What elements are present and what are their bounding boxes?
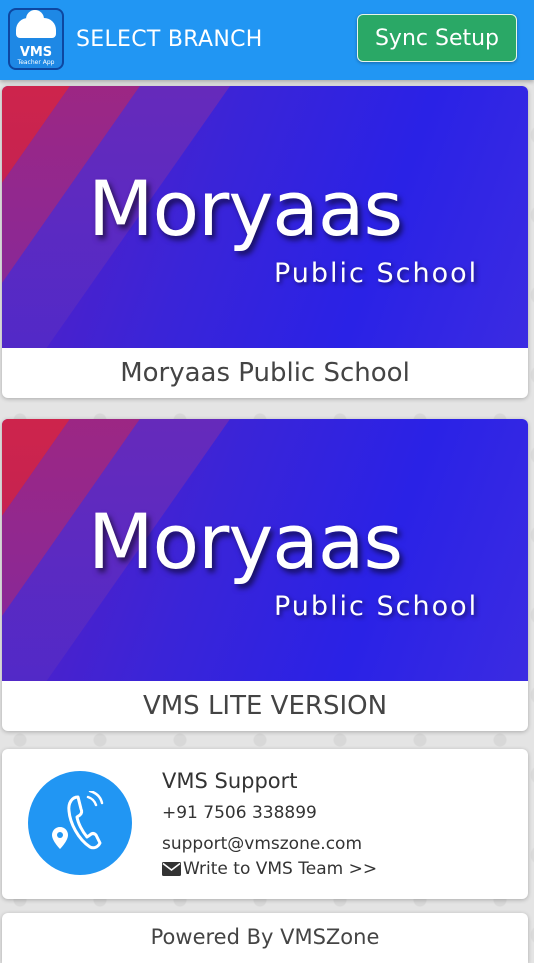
- support-title: VMS Support: [162, 769, 298, 793]
- app-logo: VMS Teacher App: [8, 8, 64, 70]
- support-email[interactable]: support@vmszone.com: [162, 834, 362, 854]
- branch-banner-image: Moryaas Public School: [2, 419, 528, 681]
- branch-card[interactable]: Moryaas Public School VMS LITE VERSION: [2, 419, 528, 731]
- top-app-bar: VMS Teacher App SELECT BRANCH Sync Setup: [0, 0, 534, 80]
- banner-title: Moryaas: [88, 497, 403, 586]
- support-card: VMS Support +91 7506 338899 support@vmsz…: [2, 749, 528, 899]
- branch-name: Moryaas Public School: [120, 358, 410, 388]
- powered-by-text: Powered By VMSZone: [150, 925, 380, 949]
- envelope-icon: [162, 862, 181, 876]
- cloud-icon: [16, 10, 56, 38]
- write-to-team-label: Write to VMS Team >>: [183, 859, 378, 879]
- support-phone[interactable]: +91 7506 338899: [162, 803, 317, 823]
- write-to-team-link[interactable]: Write to VMS Team >>: [162, 859, 377, 879]
- banner-title: Moryaas: [88, 164, 403, 253]
- sync-setup-button[interactable]: Sync Setup: [357, 14, 517, 62]
- app-logo-subtext: Teacher App: [17, 59, 55, 66]
- branch-banner-image: Moryaas Public School: [2, 86, 528, 348]
- branch-card[interactable]: Moryaas Public School Moryaas Public Sch…: [2, 86, 528, 398]
- branch-name: VMS LITE VERSION: [142, 691, 388, 721]
- support-icon: [28, 771, 132, 875]
- page-title: SELECT BRANCH: [76, 27, 263, 52]
- footer-card: Powered By VMSZone: [2, 913, 528, 963]
- app-logo-text: VMS: [19, 45, 53, 60]
- banner-subtitle: Public School: [274, 258, 479, 289]
- phone-location-icon: [52, 791, 104, 850]
- banner-subtitle: Public School: [274, 591, 479, 622]
